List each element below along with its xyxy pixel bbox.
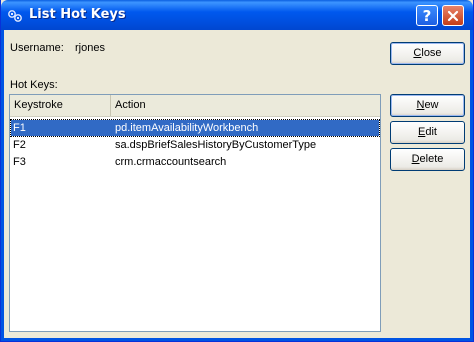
help-button[interactable]: ? — [416, 5, 438, 26]
close-button[interactable]: Close — [390, 42, 465, 65]
hotkeys-section-label: Hot Keys: — [10, 79, 58, 91]
hotkey-row[interactable]: F2 sa.dspBriefSalesHistoryByCustomerType — [11, 137, 379, 153]
column-header-action[interactable]: Action — [111, 95, 380, 116]
delete-mnemonic: D — [411, 153, 420, 165]
hotkey-row[interactable]: F3 crm.crmaccountsearch — [11, 154, 379, 170]
delete-button[interactable]: Delete — [390, 148, 465, 171]
edit-label-rest: dit — [425, 126, 437, 138]
hotkey-row[interactable]: F1 pd.itemAvailabilityWorkbench — [10, 119, 380, 137]
keystroke-cell: F2 — [13, 139, 26, 151]
keystroke-cell: F1 — [13, 122, 26, 134]
edit-button[interactable]: Edit — [390, 121, 465, 144]
delete-label-rest: elete — [419, 153, 444, 165]
new-button[interactable]: New — [390, 94, 465, 117]
keystroke-cell: F3 — [13, 156, 26, 168]
window-title: List Hot Keys — [29, 7, 126, 22]
action-cell: crm.crmaccountsearch — [115, 156, 227, 168]
action-cell: sa.dspBriefSalesHistoryByCustomerType — [115, 139, 317, 151]
close-label-rest: lose — [421, 47, 442, 59]
list-hot-keys-window: List Hot Keys ? Username: rjones Hot Key… — [0, 0, 474, 342]
svg-text:?: ? — [423, 8, 432, 23]
window-bottom-border — [1, 338, 473, 341]
action-cell: pd.itemAvailabilityWorkbench — [115, 122, 259, 134]
title-bar[interactable]: List Hot Keys ? — [1, 0, 473, 30]
username-value: rjones — [75, 42, 105, 54]
hotkeys-list[interactable]: Keystroke Action F1 pd.itemAvailabilityW… — [9, 94, 381, 332]
help-icon: ? — [423, 8, 432, 23]
hotkeys-app-icon — [8, 10, 22, 22]
list-header: Keystroke Action — [10, 95, 380, 117]
column-header-keystroke[interactable]: Keystroke — [10, 95, 111, 116]
username-label: Username: — [10, 42, 64, 54]
close-x-icon — [447, 10, 459, 21]
new-label-rest: ew — [424, 99, 439, 111]
close-window-button[interactable] — [442, 5, 464, 26]
